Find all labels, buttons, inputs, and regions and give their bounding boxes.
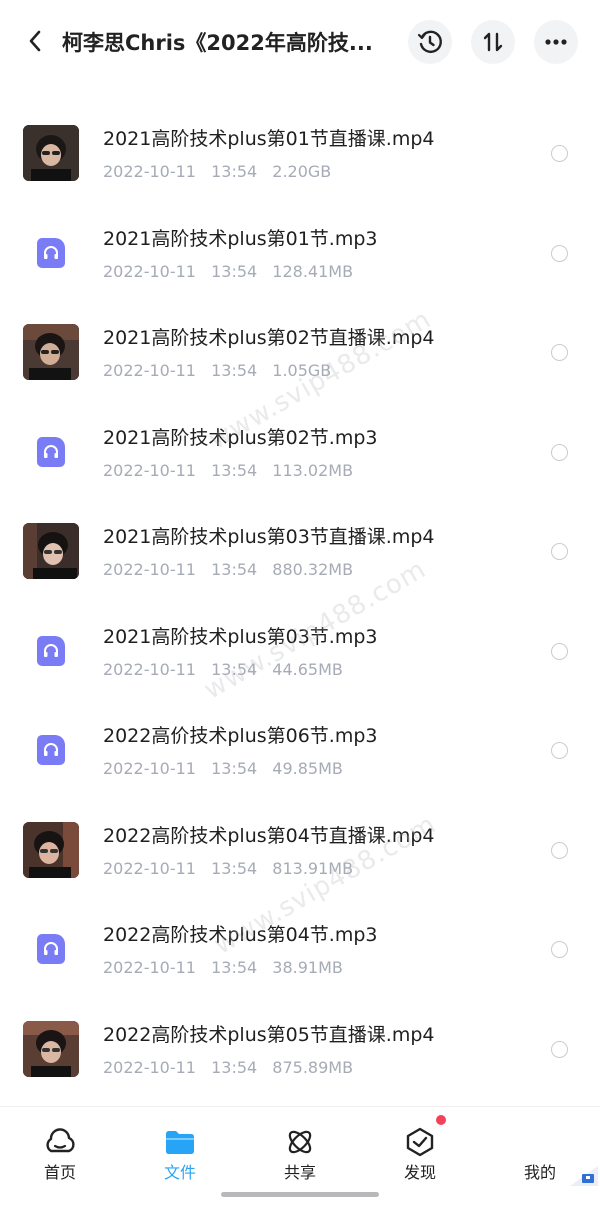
headphones-icon xyxy=(44,444,58,458)
flag-icon xyxy=(570,1166,598,1186)
tab-label: 文件 xyxy=(163,1163,196,1182)
file-meta: 2022-10-11 13:54 113.02MB xyxy=(103,460,354,480)
file-row[interactable]: 2022高价技术plus第06节.mp3 2022-10-11 13:54 49… xyxy=(0,701,600,801)
tab-home[interactable]: 首页 xyxy=(20,1125,100,1187)
file-meta: 2022-10-11 13:54 875.89MB xyxy=(103,1057,354,1077)
file-row[interactable]: 2022高阶技术plus第05节直播课.mp4 2022-10-11 13:54… xyxy=(0,1000,600,1100)
page-title: 柯李思Chris《2022年高阶技... xyxy=(62,31,373,55)
file-name: 2022高阶技术plus第04节.mp3 xyxy=(103,924,378,946)
file-meta: 2022-10-11 13:54 880.32MB xyxy=(103,560,354,579)
headphones-icon xyxy=(44,942,58,955)
tab-files[interactable]: 文件 xyxy=(140,1125,220,1187)
file-name: 2021高阶技术plus第03节.mp3 xyxy=(103,625,378,648)
select-radio[interactable] xyxy=(551,1040,568,1058)
more-button[interactable] xyxy=(534,20,578,64)
file-name: 2021高阶技术plus第03节直播课.mp4 xyxy=(103,526,435,548)
headphones-icon xyxy=(44,245,58,259)
sort-icon xyxy=(483,32,503,52)
file-meta: 2022-10-11 13:54 128.41MB xyxy=(103,261,354,281)
tab-label: 发现 xyxy=(403,1163,436,1182)
video-thumbnail xyxy=(23,523,79,579)
video-thumbnail xyxy=(23,125,79,181)
select-radio[interactable] xyxy=(551,941,568,958)
select-radio[interactable] xyxy=(551,145,568,162)
file-name: 2022高价技术plus第06节.mp3 xyxy=(103,725,378,747)
file-name: 2022高阶技术plus第04节直播课.mp4 xyxy=(103,824,435,847)
sort-button[interactable] xyxy=(471,20,515,64)
file-row[interactable]: 2021高阶技术plus第01节.mp3 2022-10-11 13:54 12… xyxy=(0,204,600,304)
more-icon xyxy=(545,39,567,45)
tab-profile[interactable]: 我的 xyxy=(500,1125,580,1187)
select-radio[interactable] xyxy=(551,642,568,660)
file-meta: 2022-10-11 13:54 813.91MB xyxy=(103,858,354,878)
select-radio[interactable] xyxy=(551,543,568,560)
history-button[interactable] xyxy=(408,20,452,64)
file-list: 2021高阶技术plus第01节直播课.mp4 2022-10-11 13:54… xyxy=(0,104,600,1099)
home-indicator xyxy=(221,1192,379,1197)
file-name: 2022高阶技术plus第05节直播课.mp4 xyxy=(103,1023,435,1046)
chevron-left-icon xyxy=(29,30,41,52)
file-row[interactable]: 2022高阶技术plus第04节直播课.mp4 2022-10-11 13:54… xyxy=(0,801,600,901)
headphones-icon xyxy=(44,743,58,756)
file-row[interactable]: 2021高阶技术plus第02节.mp3 2022-10-11 13:54 11… xyxy=(0,403,600,503)
file-name: 2021高阶技术plus第01节.mp3 xyxy=(103,227,378,250)
audio-file-icon xyxy=(23,424,79,480)
file-row[interactable]: 2021高阶技术plus第03节直播课.mp4 2022-10-11 13:54… xyxy=(0,502,600,602)
tab-share[interactable]: 共享 xyxy=(260,1125,340,1187)
audio-file-icon xyxy=(23,921,79,977)
tab-label: 首页 xyxy=(43,1163,76,1182)
headphones-icon xyxy=(44,643,58,657)
notification-dot xyxy=(436,1115,446,1125)
select-radio[interactable] xyxy=(551,244,568,262)
select-radio[interactable] xyxy=(551,841,568,859)
audio-file-icon xyxy=(23,623,79,679)
tab-discover[interactable]: 发现 xyxy=(380,1125,460,1187)
tab-label: 我的 xyxy=(523,1163,556,1182)
history-icon xyxy=(417,30,442,53)
home-cloud-icon xyxy=(46,1128,75,1153)
file-row[interactable]: 2021高阶技术plus第03节.mp3 2022-10-11 13:54 44… xyxy=(0,602,600,702)
folder-icon xyxy=(166,1131,194,1154)
video-thumbnail xyxy=(23,1020,79,1077)
video-thumbnail xyxy=(23,821,79,878)
file-name: 2021高阶技术plus第02节.mp3 xyxy=(103,426,378,449)
file-meta: 2022-10-11 13:54 38.91MB xyxy=(103,958,343,977)
file-meta: 2022-10-11 13:54 44.65MB xyxy=(103,659,343,679)
file-name: 2021高阶技术plus第02节直播课.mp4 xyxy=(103,327,435,349)
discover-box-icon xyxy=(406,1127,434,1157)
select-radio[interactable] xyxy=(551,443,568,461)
file-meta: 2022-10-11 13:54 2.20GB xyxy=(103,162,332,181)
audio-file-icon xyxy=(23,225,79,281)
file-row[interactable]: 2021高阶技术plus第02节直播课.mp4 2022-10-11 13:54… xyxy=(0,303,600,403)
file-name: 2021高阶技术plus第01节直播课.mp4 xyxy=(103,128,435,150)
file-meta: 2022-10-11 13:54 1.05GB xyxy=(103,361,332,380)
file-meta: 2022-10-11 13:54 49.85MB xyxy=(103,759,343,778)
file-row[interactable]: 2021高阶技术plus第01节直播课.mp4 2022-10-11 13:54… xyxy=(0,104,600,204)
share-atom-icon xyxy=(288,1130,312,1154)
video-thumbnail xyxy=(23,324,79,380)
top-bar: 柯李思Chris《2022年高阶技... xyxy=(0,0,600,86)
select-radio[interactable] xyxy=(551,344,568,361)
audio-file-icon xyxy=(23,722,79,778)
tab-label: 共享 xyxy=(283,1163,316,1182)
profile-icon xyxy=(500,1125,580,1159)
select-radio[interactable] xyxy=(551,742,568,759)
file-row[interactable]: 2022高阶技术plus第04节.mp3 2022-10-11 13:54 38… xyxy=(0,900,600,1000)
back-button[interactable] xyxy=(20,26,50,56)
